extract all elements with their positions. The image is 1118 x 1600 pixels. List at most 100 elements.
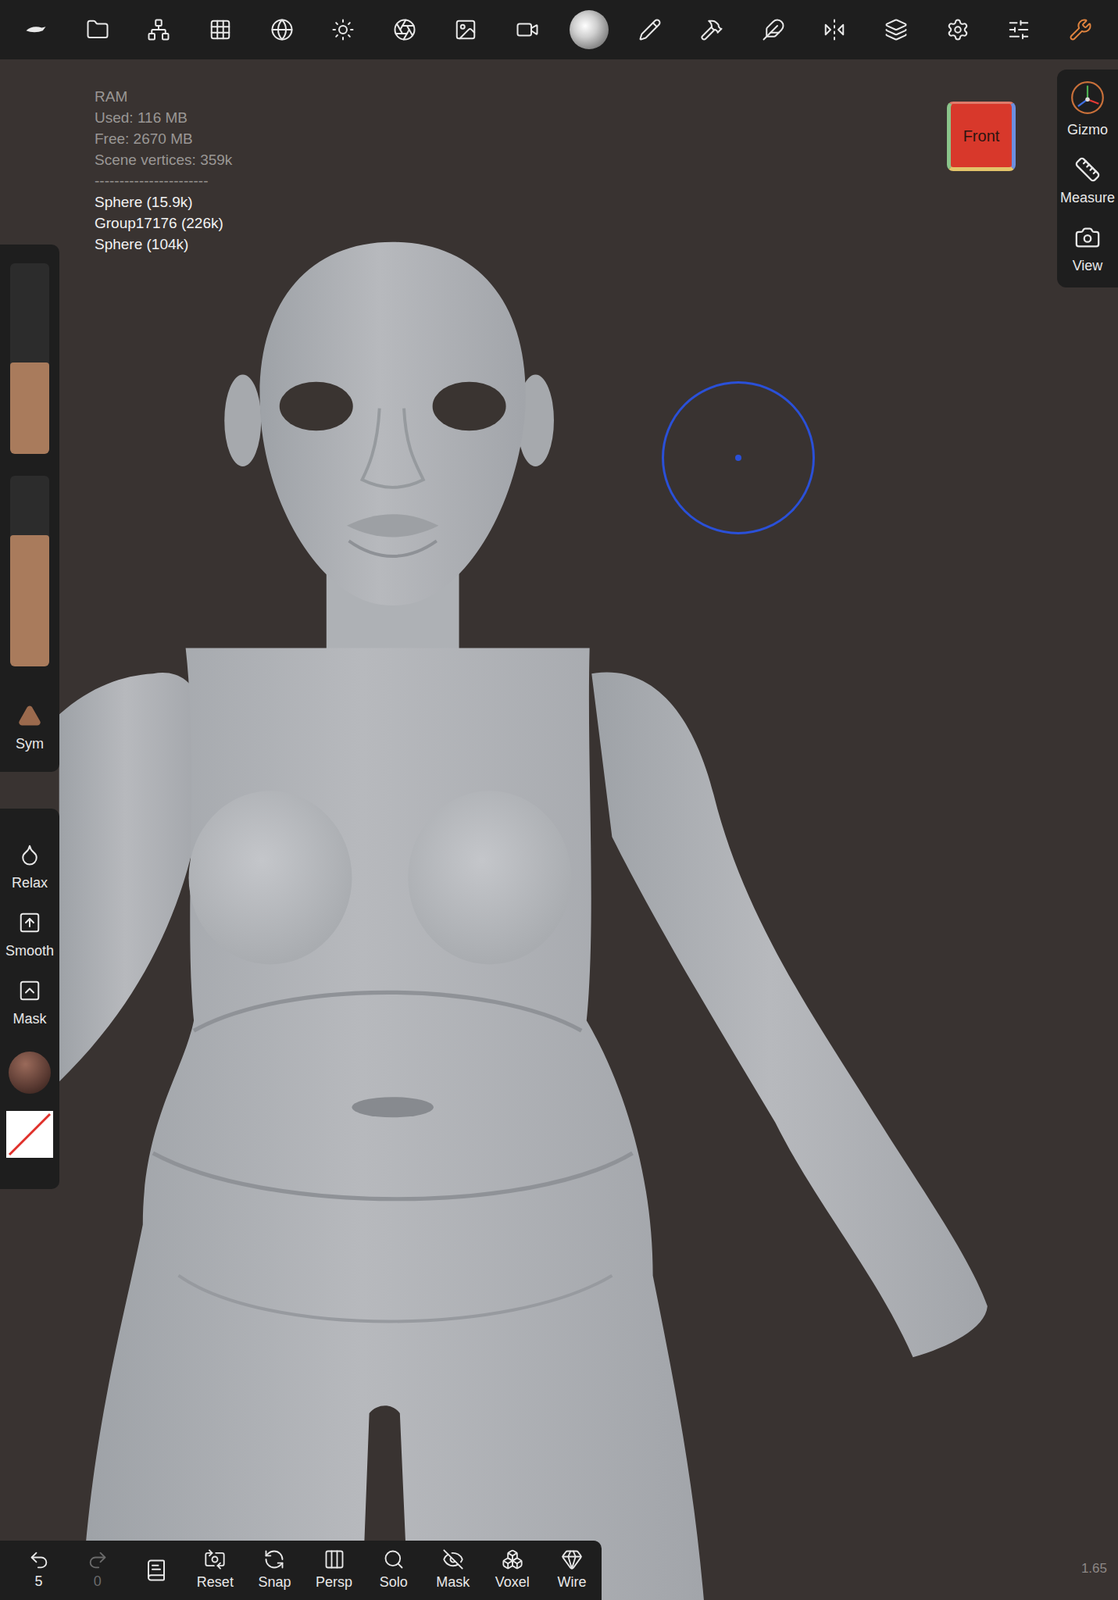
image-icon [453,17,478,42]
vertical-slider[interactable] [10,263,50,454]
symmetry-icon [822,17,847,42]
ruler-icon [1074,156,1101,183]
right-panel-button[interactable]: Measure [1060,153,1115,212]
toolbar-button[interactable] [628,7,672,52]
symmetry-icon [17,703,42,728]
right-panel-label: View [1072,255,1104,277]
bottom-bar-button[interactable]: Solo [364,1548,424,1594]
toolbar-button[interactable] [321,7,365,52]
topology-icon [270,17,294,42]
bottom-bar-button[interactable]: Reset [185,1548,245,1594]
symmetry-button[interactable]: Sym [15,703,44,755]
vertical-slider[interactable] [10,475,50,667]
logo-icon [24,17,48,42]
sliders-icon [1007,17,1031,42]
toolbar-button[interactable] [75,7,120,52]
top-toolbar [0,0,1118,60]
toolbar-button[interactable] [505,7,550,52]
video-icon [515,17,540,42]
object-entry[interactable]: Sphere (104k) [94,233,233,255]
undo-button[interactable]: 5 [9,1549,68,1593]
snap-icon [263,1548,286,1571]
right-panel-label: Measure [1060,187,1115,209]
toolbar-button[interactable] [567,7,611,52]
bottom-bar-label: Solo [379,1571,408,1594]
toolbar-button[interactable] [935,7,980,52]
solo-icon [382,1548,405,1571]
bottom-bar-button[interactable]: Voxel [482,1548,543,1594]
bottom-bar-label: Wire [557,1571,586,1594]
bottom-bar-label: Mask [435,1571,470,1594]
left-tool-label: Smooth [5,940,54,962]
camera-icon [1074,224,1101,251]
droplet-icon [17,842,42,867]
view-cube-label: Front [963,124,1001,148]
scene-tree-icon [146,17,171,42]
notebook-icon [144,1558,168,1583]
zoom-level: 1.65 [1081,1558,1108,1579]
slider-fill [10,535,50,667]
brush-cursor [661,381,815,535]
left-panel: Sym [0,244,60,772]
stats-title: RAM [94,85,233,108]
mask-icon [17,978,42,1003]
redo-button[interactable]: 0 [67,1549,127,1593]
bottom-bar-label: Snap [257,1571,291,1594]
right-panel-button[interactable]: Gizmo [1067,77,1108,144]
right-panel-button[interactable]: View [1072,221,1104,280]
gizmo-icon [1070,80,1105,115]
bottom-bar-label: Persp [315,1571,353,1594]
bottom-bar-button[interactable]: Mask [423,1548,483,1594]
toolbar-button[interactable] [874,7,918,52]
color-swatch[interactable] [6,1110,54,1158]
material-sphere[interactable] [8,1051,51,1094]
slider-fill [10,362,50,454]
voxel-icon [501,1548,524,1571]
stats-line: Scene vertices: 359k [94,149,233,171]
sun-icon [331,17,355,42]
toolbar-button[interactable] [443,7,488,52]
bottom-bar-button[interactable]: Snap [244,1548,304,1594]
toolbar-button[interactable] [812,7,857,52]
app: RAMUsed: 116 MBFree: 2670 MBScene vertic… [0,0,1118,1600]
object-entry[interactable]: Group17176 (226k) [94,212,233,234]
feather-icon [761,17,786,42]
bottom-bar-button[interactable]: Wire [542,1548,602,1594]
toolbar-button[interactable] [382,7,427,52]
settings-icon [946,17,970,42]
wireframe-icon [560,1548,583,1571]
object-entry[interactable]: Sphere (15.9k) [94,191,233,213]
stats-separator: ----------------------- [94,170,233,192]
stats-line: Used: 116 MB [94,107,233,129]
bottom-bar-button[interactable]: Persp [304,1548,365,1594]
notes-button[interactable] [126,1558,186,1583]
left-tool-label: Mask [12,1008,47,1030]
toolbar-button[interactable] [198,7,243,52]
toolbar-button[interactable] [1058,7,1103,52]
bottom-bar-label: Voxel [495,1571,530,1594]
sculpt-model[interactable] [0,59,1118,1600]
redo-icon [86,1549,109,1572]
hammer-icon [700,17,724,42]
toolbar-button[interactable] [136,7,181,52]
left-tool-label: Relax [11,872,48,894]
toolbar-button[interactable] [260,7,304,52]
grid-icon [208,17,233,42]
toolbar-button[interactable] [689,7,734,52]
reset-camera-icon [203,1548,226,1571]
view-cube[interactable]: Front [946,101,1016,172]
toolbar-button[interactable] [996,7,1041,52]
brush-center-dot [735,454,742,461]
smooth-icon [17,910,42,935]
symmetry-label: Sym [15,733,44,755]
left-tool-button[interactable]: Mask [12,978,47,1030]
bottom-bar-label: Reset [196,1571,234,1594]
viewport[interactable]: RAMUsed: 116 MBFree: 2670 MBScene vertic… [0,59,1118,1600]
left-tool-button[interactable]: Smooth [5,910,54,962]
toolbar-button[interactable] [14,7,58,52]
folder-icon [85,17,110,42]
right-panel: Gizmo Measure View [1057,69,1118,288]
toolbar-button[interactable] [751,7,796,52]
hide-mask-icon [442,1548,465,1571]
left-tool-button[interactable]: Relax [11,842,48,894]
